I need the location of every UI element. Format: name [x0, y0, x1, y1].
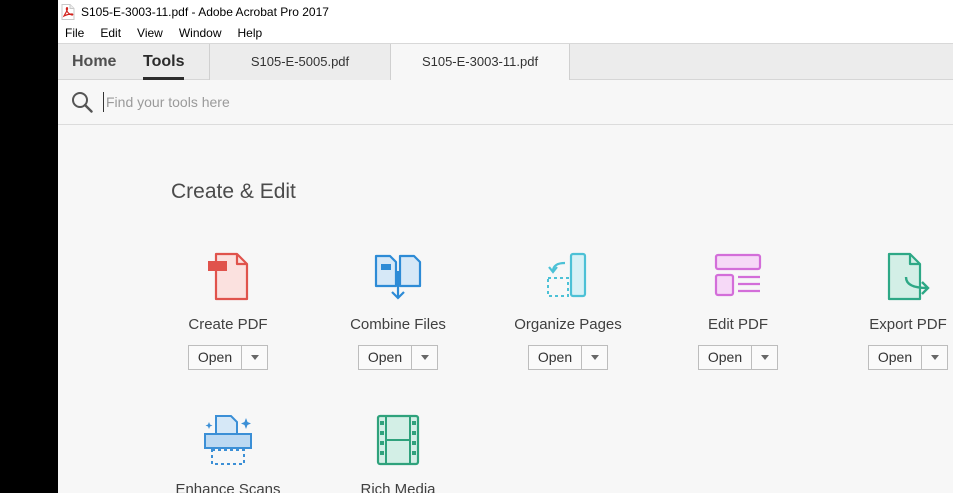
window-title: S105-E-3003-11.pdf - Adobe Acrobat Pro 2…	[81, 4, 329, 19]
chevron-down-icon	[420, 355, 429, 360]
doc-tab-s105-e-5005[interactable]: S105-E-5005.pdf	[209, 44, 390, 80]
chevron-down-icon	[250, 355, 259, 360]
menu-bar: File Edit View Window Help	[58, 23, 953, 43]
acrobat-window: S105-E-3003-11.pdf - Adobe Acrobat Pro 2…	[58, 0, 953, 493]
section-title: Create & Edit	[171, 180, 296, 203]
chevron-down-icon	[760, 355, 769, 360]
tools-search-bar	[58, 80, 953, 125]
open-button[interactable]: Open	[699, 346, 752, 369]
open-split-button: Open	[868, 345, 948, 370]
combine-files-icon	[374, 254, 422, 300]
tool-export-pdf[interactable]: Export PDF Open	[838, 249, 953, 370]
tool-label: Create PDF	[188, 316, 268, 333]
enhance-scans-icon	[204, 415, 252, 465]
tool-label: Combine Files	[350, 316, 446, 333]
open-split-button: Open	[358, 345, 438, 370]
open-button[interactable]: Open	[529, 346, 582, 369]
tool-create-pdf[interactable]: Create PDF Open	[158, 249, 298, 370]
rich-media-icon	[376, 414, 420, 466]
edit-pdf-icon	[714, 253, 762, 297]
dropdown-button[interactable]	[752, 346, 777, 369]
tab-tools[interactable]: Tools	[143, 44, 185, 80]
tool-combine-files[interactable]: Combine Files Open	[328, 249, 468, 370]
menu-window[interactable]: Window	[171, 26, 230, 40]
pdf-file-icon	[61, 3, 75, 20]
open-button[interactable]: Open	[189, 346, 242, 369]
search-input[interactable]	[103, 92, 503, 112]
dropdown-button[interactable]	[242, 346, 267, 369]
organize-pages-icon	[547, 252, 587, 298]
doc-tab-s105-e-3003-11[interactable]: S105-E-3003-11.pdf	[390, 44, 570, 81]
search-icon[interactable]	[71, 91, 93, 113]
open-split-button: Open	[528, 345, 608, 370]
tool-label: Export PDF	[869, 316, 947, 333]
chevron-down-icon	[590, 355, 599, 360]
dropdown-button[interactable]	[412, 346, 437, 369]
dropdown-button[interactable]	[922, 346, 947, 369]
tool-rich-media[interactable]: Rich Media	[328, 412, 468, 493]
create-pdf-icon	[208, 252, 249, 301]
tool-label: Rich Media	[360, 481, 436, 493]
menu-view[interactable]: View	[129, 26, 171, 40]
tool-enhance-scans[interactable]: Enhance Scans	[158, 412, 298, 493]
tool-label: Edit PDF	[707, 316, 768, 333]
tool-label: Organize Pages	[514, 316, 622, 333]
menu-file[interactable]: File	[58, 26, 92, 40]
tab-bar: Home Tools S105-E-5005.pdf S105-E-3003-1…	[58, 43, 953, 81]
tool-label: Enhance Scans	[175, 481, 281, 493]
open-split-button: Open	[188, 345, 268, 370]
title-bar: S105-E-3003-11.pdf - Adobe Acrobat Pro 2…	[58, 0, 953, 23]
tab-home[interactable]: Home	[72, 44, 116, 80]
chevron-down-icon	[930, 355, 939, 360]
tool-organize-pages[interactable]: Organize Pages Open	[498, 249, 638, 370]
tool-edit-pdf[interactable]: Edit PDF Open	[668, 249, 808, 370]
menu-help[interactable]: Help	[230, 26, 271, 40]
dropdown-button[interactable]	[582, 346, 607, 369]
export-pdf-icon	[887, 252, 930, 301]
open-button[interactable]: Open	[359, 346, 412, 369]
menu-edit[interactable]: Edit	[92, 26, 129, 40]
open-button[interactable]: Open	[869, 346, 922, 369]
open-split-button: Open	[698, 345, 778, 370]
